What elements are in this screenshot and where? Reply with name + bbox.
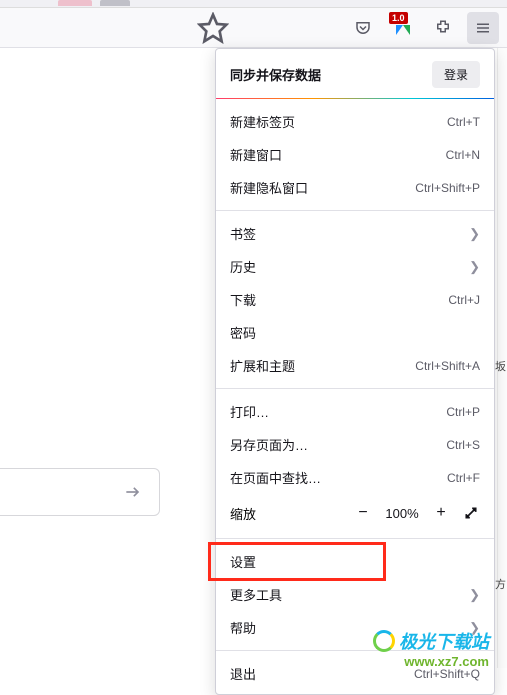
search-box-stub[interactable]	[0, 468, 160, 516]
menu-item-label: 打印…	[230, 402, 269, 421]
menu-item-label: 帮助	[230, 618, 256, 637]
app-menu-panel: 同步并保存数据 登录 新建标签页 Ctrl+T 新建窗口 Ctrl+N 新建隐私…	[215, 48, 495, 695]
separator	[216, 388, 494, 389]
menu-zoom-row: 缩放 − 100% +	[216, 494, 494, 532]
sync-title: 同步并保存数据	[230, 65, 321, 84]
login-button[interactable]: 登录	[432, 61, 480, 88]
menu-addons[interactable]: 扩展和主题 Ctrl+Shift+A	[216, 349, 494, 382]
menu-item-label: 扩展和主题	[230, 356, 295, 375]
menu-history[interactable]: 历史 ❯	[216, 250, 494, 283]
gradient-separator	[216, 98, 494, 99]
menu-save-page-as[interactable]: 另存页面为… Ctrl+S	[216, 428, 494, 461]
menu-item-shortcut: Ctrl+Shift+Q	[414, 667, 480, 681]
menu-print[interactable]: 打印… Ctrl+P	[216, 395, 494, 428]
menu-new-window[interactable]: 新建窗口 Ctrl+N	[216, 138, 494, 171]
tab-indicator	[58, 0, 92, 6]
menu-new-tab[interactable]: 新建标签页 Ctrl+T	[216, 105, 494, 138]
menu-item-label: 密码	[230, 323, 256, 342]
separator	[216, 650, 494, 651]
separator	[216, 538, 494, 539]
menu-item-label: 新建标签页	[230, 112, 295, 131]
fullscreen-button[interactable]	[458, 500, 484, 526]
chevron-right-icon: ❯	[469, 620, 480, 636]
pocket-button[interactable]	[347, 12, 379, 44]
menu-item-label: 另存页面为…	[230, 435, 308, 454]
separator	[216, 210, 494, 211]
menu-item-label: 书签	[230, 224, 256, 243]
menu-item-shortcut: Ctrl+J	[448, 293, 480, 307]
menu-new-private-window[interactable]: 新建隐私窗口 Ctrl+Shift+P	[216, 171, 494, 204]
menu-item-label: 设置	[230, 552, 256, 571]
extensions-button[interactable]	[427, 12, 459, 44]
menu-quit[interactable]: 退出 Ctrl+Shift+Q	[216, 657, 494, 690]
menu-item-shortcut: Ctrl+Shift+P	[415, 181, 480, 195]
menu-item-label: 新建窗口	[230, 145, 282, 164]
menu-item-label: 历史	[230, 257, 256, 276]
flag-icon	[396, 25, 410, 35]
menu-find-in-page[interactable]: 在页面中查找… Ctrl+F	[216, 461, 494, 494]
background-text: 方	[495, 576, 506, 592]
menu-sync-header: 同步并保存数据 登录	[216, 49, 494, 98]
menu-passwords[interactable]: 密码	[216, 316, 494, 349]
menu-help[interactable]: 帮助 ❯	[216, 611, 494, 644]
menu-bookmarks[interactable]: 书签 ❯	[216, 217, 494, 250]
chevron-right-icon: ❯	[469, 226, 480, 242]
arrow-right-icon	[123, 482, 143, 502]
app-menu-button[interactable]	[467, 12, 499, 44]
chevron-right-icon: ❯	[469, 587, 480, 603]
extension-flag-button[interactable]: 1.0	[387, 12, 419, 44]
menu-item-label: 新建隐私窗口	[230, 178, 308, 197]
zoom-out-button[interactable]: −	[350, 500, 376, 526]
menu-item-shortcut: Ctrl+N	[446, 148, 480, 162]
fullscreen-icon	[464, 506, 478, 520]
menu-item-label: 下载	[230, 290, 256, 309]
background-text: 坂	[495, 358, 506, 374]
menu-downloads[interactable]: 下载 Ctrl+J	[216, 283, 494, 316]
tab-strip	[0, 0, 507, 8]
zoom-in-button[interactable]: +	[428, 500, 454, 526]
menu-item-label: 更多工具	[230, 585, 282, 604]
zoom-label: 缩放	[230, 504, 346, 523]
bookmark-star-button[interactable]	[197, 12, 229, 44]
extension-badge: 1.0	[389, 12, 408, 24]
menu-item-shortcut: Ctrl+F	[447, 471, 480, 485]
tab-indicator	[100, 0, 130, 6]
menu-item-label: 退出	[230, 664, 256, 683]
browser-toolbar: 1.0	[0, 8, 507, 48]
menu-settings[interactable]: 设置	[216, 545, 494, 578]
menu-item-shortcut: Ctrl+S	[446, 438, 480, 452]
menu-item-label: 在页面中查找…	[230, 468, 321, 487]
page-content	[0, 48, 165, 648]
menu-item-shortcut: Ctrl+Shift+A	[415, 359, 480, 373]
menu-item-shortcut: Ctrl+P	[446, 405, 480, 419]
menu-item-shortcut: Ctrl+T	[447, 115, 480, 129]
chevron-right-icon: ❯	[469, 259, 480, 275]
zoom-value: 100%	[380, 506, 424, 521]
menu-more-tools[interactable]: 更多工具 ❯	[216, 578, 494, 611]
window-right-edge: 坂 方	[497, 48, 507, 668]
